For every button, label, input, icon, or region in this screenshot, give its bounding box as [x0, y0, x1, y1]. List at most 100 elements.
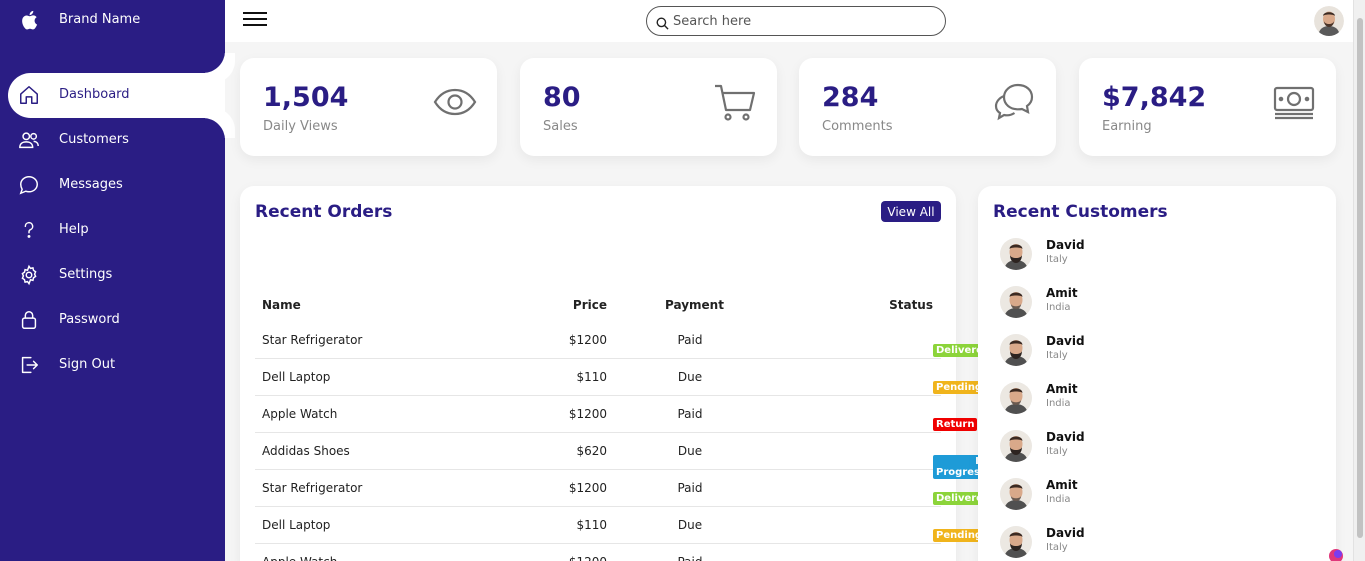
stat-card-daily-views: 1,504 Daily Views	[240, 58, 497, 156]
table-row[interactable]: Star Refrigerator $1200 Paid Delivered	[255, 322, 994, 359]
list-item[interactable]: Amit India	[1000, 286, 1300, 326]
avatar	[1000, 382, 1032, 414]
sidebar-item-customers[interactable]: Customers	[0, 118, 225, 163]
lock-icon	[18, 309, 40, 331]
search-input[interactable]	[673, 12, 933, 30]
gear-icon	[18, 264, 40, 286]
list-item[interactable]: Amit India	[1000, 382, 1300, 422]
table-row[interactable]: Addidas Shoes$620DueIn Progress	[255, 433, 989, 479]
customer-name: Amit	[1046, 382, 1078, 396]
stat-card-sales: 80 Sales	[520, 58, 777, 156]
sidebar-item-dashboard[interactable]: Dashboard	[8, 73, 225, 118]
order-payment: Paid	[677, 481, 703, 495]
sidebar-item-label: Messages	[59, 177, 123, 192]
list-item[interactable]: David Italy	[1000, 238, 1300, 278]
table-row[interactable]: Dell Laptop $110 Due Pending	[255, 507, 986, 544]
list-item[interactable]: David Italy	[1000, 430, 1300, 470]
customer-name: David	[1046, 430, 1085, 444]
stat-caption: Earning	[1102, 119, 1152, 134]
avatar	[1000, 478, 1032, 510]
avatar	[1000, 430, 1032, 462]
stat-card-earning: $7,842 Earning	[1079, 58, 1336, 156]
table-row[interactable]: Star Refrigerator $1200 Paid Delivered	[255, 470, 994, 507]
list-item[interactable]: Amit India	[1000, 478, 1300, 518]
search-box	[646, 6, 946, 36]
list-item[interactable]: David Italy	[1000, 334, 1300, 374]
recent-customers-title: Recent Customers	[993, 202, 1168, 222]
stat-card-comments: 284 Comments	[799, 58, 1056, 156]
users-icon	[18, 129, 40, 151]
order-price: $110	[576, 518, 607, 532]
customer-name: Amit	[1046, 286, 1078, 300]
table-row[interactable]: Dell Laptop $110 Due Pending	[255, 359, 986, 396]
apple-icon	[20, 9, 40, 31]
eye-icon	[433, 80, 477, 124]
money-icon	[1272, 80, 1316, 124]
avatar	[1000, 238, 1032, 270]
status-badge: Return	[933, 418, 978, 431]
order-price: $1200	[569, 555, 607, 561]
order-name: Star Refrigerator	[262, 333, 363, 347]
customer-country: Italy	[1046, 254, 1068, 265]
customer-country: Italy	[1046, 446, 1068, 457]
menu-toggle-icon[interactable]	[243, 12, 267, 30]
order-price: $110	[576, 370, 607, 384]
order-name: Apple Watch	[262, 555, 337, 561]
brand[interactable]: Brand Name	[0, 0, 225, 73]
avatar[interactable]	[1314, 6, 1344, 36]
search-icon[interactable]	[656, 15, 669, 30]
view-all-button[interactable]: View All	[881, 201, 941, 222]
list-item[interactable]: David Italy	[1000, 526, 1300, 561]
order-price: $1200	[568, 481, 607, 495]
sidebar-item-password[interactable]: Password	[0, 298, 225, 343]
recent-orders-panel: Recent Orders View All Name Price Paymen…	[240, 186, 994, 561]
sidebar-item-help[interactable]: Help	[0, 208, 225, 253]
sidebar-item-messages[interactable]: Messages	[0, 163, 225, 208]
table-row[interactable]: Apple Watch$1200PaidReturn	[255, 544, 941, 561]
brand-name: Brand Name	[59, 12, 141, 27]
order-name: Addidas Shoes	[262, 444, 350, 458]
sidebar-item-sign-out[interactable]: Sign Out	[0, 343, 225, 388]
sidebar-item-settings[interactable]: Settings	[0, 253, 225, 298]
customer-country: India	[1046, 302, 1071, 313]
customer-name: David	[1046, 238, 1085, 252]
stat-value: $7,842	[1102, 82, 1207, 113]
extension-logo-icon[interactable]	[1328, 548, 1344, 561]
sidebar: Brand Name Dashboard Customers Messages …	[0, 0, 225, 561]
order-payment: Paid	[677, 333, 703, 347]
order-payment: Paid	[665, 555, 715, 561]
col-header-price[interactable]: Price	[573, 298, 607, 312]
avatar	[1000, 526, 1032, 558]
sidebar-item-label: Password	[59, 312, 120, 327]
order-name: Dell Laptop	[262, 370, 331, 384]
page-scrollbar[interactable]	[1353, 0, 1365, 561]
avatar	[1000, 286, 1032, 318]
customer-country: Italy	[1046, 542, 1068, 553]
customer-name: Amit	[1046, 478, 1078, 492]
comments-icon	[992, 80, 1036, 124]
table-header: Name Price Payment Status	[255, 288, 941, 322]
home-icon	[18, 84, 40, 106]
order-price: $1200	[568, 333, 607, 347]
stat-value: 1,504	[263, 82, 349, 113]
sidebar-item-label: Sign Out	[59, 357, 116, 372]
customer-country: Italy	[1046, 350, 1068, 361]
orders-table: Name Price Payment Status Star Refrigera…	[255, 288, 994, 561]
col-header-name[interactable]: Name	[262, 298, 301, 312]
topbar	[225, 0, 1365, 42]
sidebar-nav: Dashboard Customers Messages Help Settin…	[0, 73, 225, 388]
order-payment: Due	[677, 370, 703, 384]
order-price: $1200	[568, 407, 607, 421]
table-row[interactable]: Apple Watch$1200PaidReturn	[255, 396, 978, 433]
cart-icon	[713, 80, 757, 124]
col-header-payment[interactable]: Payment	[665, 298, 724, 312]
customer-country: India	[1046, 494, 1071, 505]
order-name: Star Refrigerator	[262, 481, 363, 495]
customer-country: India	[1046, 398, 1071, 409]
sign-out-icon	[18, 354, 40, 376]
col-header-status[interactable]: Status	[889, 298, 933, 312]
sidebar-item-label: Customers	[59, 132, 129, 147]
order-payment: Due	[677, 518, 703, 532]
sidebar-item-label: Help	[59, 222, 89, 237]
avatar	[1000, 334, 1032, 366]
